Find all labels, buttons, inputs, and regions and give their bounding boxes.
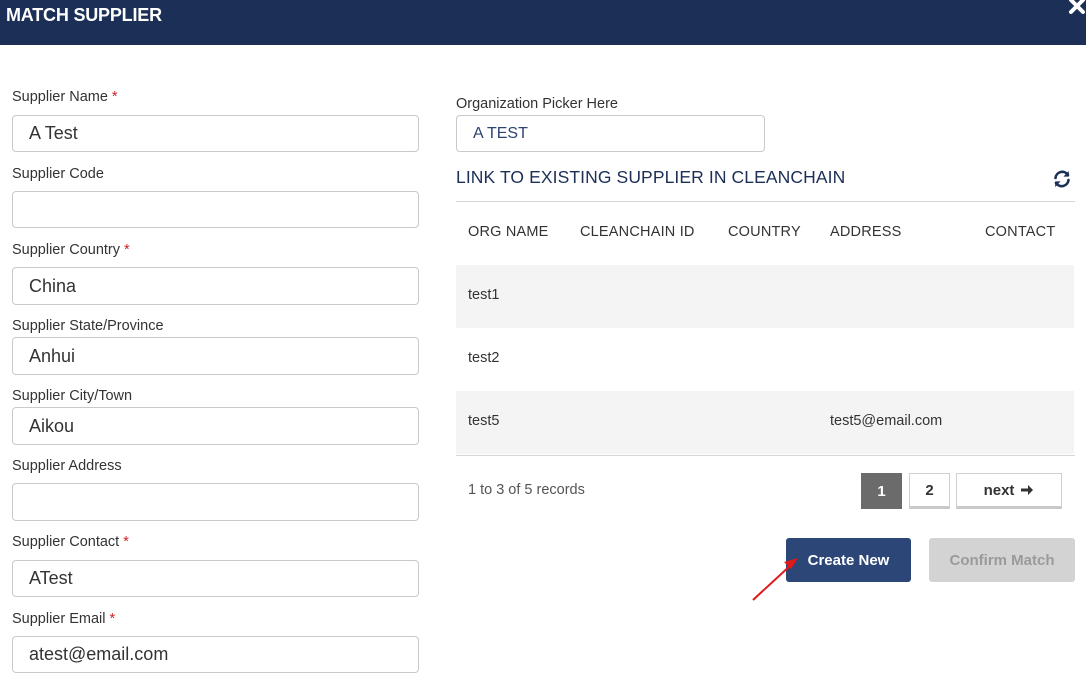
column-header-contact: CONTACT	[985, 224, 1056, 240]
page-number: 2	[925, 481, 934, 499]
column-header-org-name: ORG NAME	[468, 224, 549, 240]
records-count: 1 to 3 of 5 records	[468, 482, 585, 498]
supplier-name-label: Supplier Name *	[12, 89, 118, 105]
org-name-cell: test1	[468, 287, 500, 303]
confirm-match-button[interactable]: Confirm Match	[929, 538, 1075, 582]
column-header-country: COUNTRY	[728, 224, 801, 240]
column-header-address: ADDRESS	[830, 224, 902, 240]
page-number: 1	[877, 482, 886, 500]
org-picker-input[interactable]	[456, 115, 765, 152]
table-row[interactable]: test2	[456, 328, 1074, 391]
dialog-title: MATCH SUPPLIER	[6, 5, 162, 25]
page-1-button[interactable]: 1	[861, 473, 902, 509]
supplier-code-label: Supplier Code	[12, 166, 104, 182]
supplier-state-label: Supplier State/Province	[12, 318, 164, 334]
table-row[interactable]: test1	[456, 265, 1074, 328]
close-icon[interactable]	[1068, 0, 1086, 18]
confirm-match-label: Confirm Match	[949, 551, 1055, 569]
supplier-address-input[interactable]	[12, 483, 419, 521]
org-picker-label: Organization Picker Here	[456, 96, 618, 112]
supplier-country-select[interactable]	[12, 267, 419, 305]
required-marker: *	[111, 89, 118, 105]
supplier-address-label: Supplier Address	[12, 458, 122, 474]
refresh-icon[interactable]	[1051, 168, 1073, 190]
annotation-arrow-icon	[752, 558, 798, 601]
create-new-label: Create New	[807, 551, 890, 569]
org-name-cell: test5	[468, 413, 500, 429]
required-marker: *	[124, 242, 130, 258]
column-header-cleanchain-id: CLEANCHAIN ID	[580, 224, 695, 240]
table-row[interactable]: test5 test5@email.com	[456, 391, 1074, 454]
supplier-country-label: Supplier Country *	[12, 242, 130, 258]
heading-divider	[456, 201, 1075, 202]
arrow-right-icon	[1021, 485, 1034, 495]
supplier-state-select[interactable]	[12, 337, 419, 375]
supplier-email-label: Supplier Email *	[12, 611, 116, 627]
next-label: next	[983, 481, 1015, 499]
table-divider	[456, 455, 1075, 456]
supplier-name-input[interactable]	[12, 115, 419, 152]
supplier-contact-label: Supplier Contact *	[12, 534, 129, 550]
supplier-city-select[interactable]	[12, 407, 419, 445]
supplier-code-input[interactable]	[12, 191, 419, 228]
supplier-email-input[interactable]	[12, 636, 419, 673]
required-marker: *	[123, 534, 129, 550]
supplier-contact-input[interactable]	[12, 560, 419, 597]
page-2-button[interactable]: 2	[909, 473, 950, 509]
supplier-city-label: Supplier City/Town	[12, 388, 133, 404]
next-page-button[interactable]: next	[956, 473, 1062, 509]
required-marker: *	[109, 611, 116, 627]
org-name-cell: test2	[468, 350, 500, 366]
dialog-header: MATCH SUPPLIER	[0, 0, 1086, 45]
address-cell: test5@email.com	[830, 413, 943, 429]
link-section-heading: LINK TO EXISTING SUPPLIER IN CLEANCHAIN	[456, 167, 846, 187]
